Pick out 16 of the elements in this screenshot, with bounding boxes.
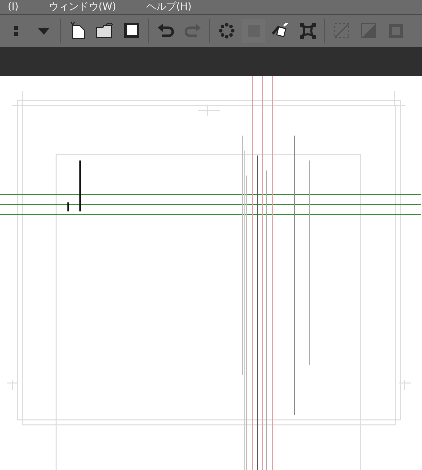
caret-icon (38, 28, 50, 34)
grip-icon (14, 25, 20, 37)
redo-icon (184, 24, 200, 38)
paint-bucket-icon (272, 23, 290, 39)
menu-item[interactable]: (I) (8, 2, 19, 14)
menu-item[interactable]: ウィンドウ(W) (48, 2, 116, 14)
new-file-icon (70, 22, 86, 40)
folder-icon (96, 23, 114, 39)
undo-icon (158, 24, 174, 38)
menu-item[interactable]: ヘルプ(H) (146, 2, 192, 14)
grid-icon (388, 23, 404, 39)
dotted-circle-icon (218, 23, 234, 39)
gradient-icon (360, 23, 376, 39)
save-icon (124, 23, 140, 39)
clear-selection-icon (334, 23, 350, 39)
transform-icon (300, 23, 316, 39)
